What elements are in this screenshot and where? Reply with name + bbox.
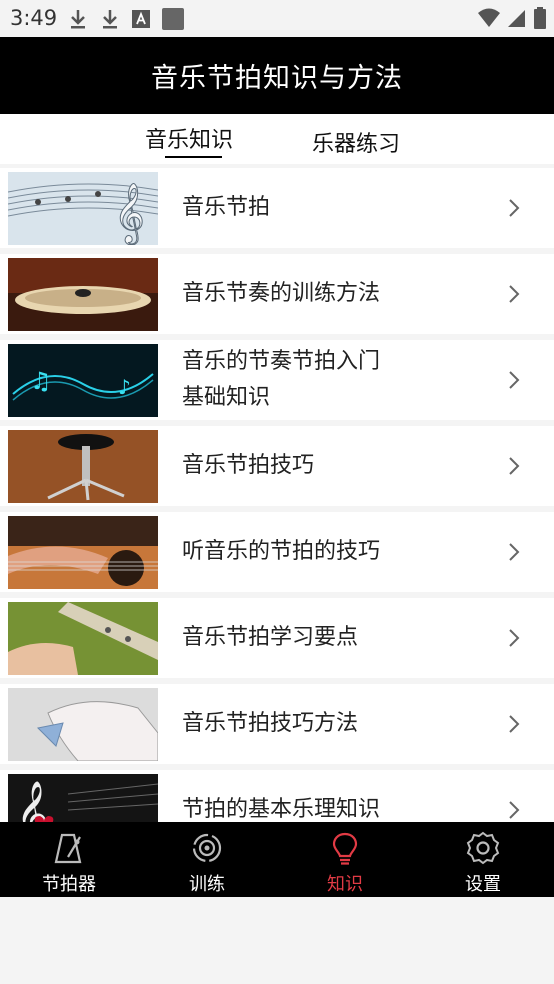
status-notification-icons — [68, 7, 184, 31]
wifi-icon — [478, 8, 500, 27]
article-list[interactable]: 𝄞 音乐节拍 音乐节奏的训练方法 ♫ ♪ 音乐的节奏节拍入门基础知识 音乐节拍技… — [0, 168, 554, 822]
nav-training[interactable]: 训练 — [138, 822, 276, 897]
nav-label: 设置 — [465, 874, 501, 895]
chevron-right-icon — [509, 371, 520, 389]
app-square-icon — [162, 8, 184, 30]
list-item[interactable]: 𝄞 节拍的基本乐理知识 — [0, 770, 554, 822]
page-title: 音乐节拍知识与方法 — [151, 63, 403, 94]
article-thumbnail — [8, 516, 158, 589]
download-icon — [103, 10, 117, 29]
chevron-right-icon — [509, 629, 520, 647]
tab-instrument-practice[interactable]: 乐器练习 — [312, 126, 400, 158]
nav-metronome[interactable]: 节拍器 — [0, 822, 138, 897]
metronome-icon — [54, 833, 82, 864]
svg-text:𝄞: 𝄞 — [114, 183, 145, 245]
article-thumbnail — [8, 602, 158, 675]
article-thumbnail: ♫ ♪ — [8, 344, 158, 417]
chevron-right-icon — [509, 715, 520, 733]
status-system-icons — [478, 7, 546, 29]
training-icon — [192, 833, 222, 863]
svg-text:♪: ♪ — [118, 375, 131, 399]
list-item-title: 音乐节拍技巧方法 — [182, 711, 359, 736]
chevron-right-icon — [509, 285, 520, 303]
list-item[interactable]: 音乐节奏的训练方法 — [0, 254, 554, 334]
chevron-right-icon — [509, 199, 520, 217]
list-item[interactable]: 𝄞 音乐节拍 — [0, 168, 554, 248]
nav-label: 训练 — [189, 874, 225, 895]
tab-music-knowledge[interactable]: 音乐知识 — [145, 122, 233, 154]
article-thumbnail: 𝄞 — [8, 774, 158, 822]
article-thumbnail — [8, 430, 158, 503]
signal-icon — [508, 10, 525, 27]
list-item[interactable]: 听音乐的节拍的技巧 — [0, 512, 554, 592]
list-item-title: 音乐的节奏节拍入门基础知识 — [182, 349, 381, 410]
list-item-title: 音乐节拍 — [182, 195, 271, 220]
download-icon — [71, 10, 85, 29]
list-item[interactable]: 音乐节拍学习要点 — [0, 598, 554, 678]
list-item-title: 音乐节拍学习要点 — [182, 625, 359, 650]
svg-text:♫: ♫ — [30, 367, 52, 395]
list-item[interactable]: ♫ ♪ 音乐的节奏节拍入门基础知识 — [0, 340, 554, 420]
chevron-right-icon — [509, 801, 520, 819]
chevron-right-icon — [509, 457, 520, 475]
status-bar: 3:49 — [0, 0, 554, 37]
article-thumbnail: 𝄞 — [8, 172, 158, 245]
battery-icon — [534, 7, 546, 29]
active-tab-indicator — [165, 156, 222, 158]
app-header: 音乐节拍知识与方法 — [0, 37, 554, 114]
chevron-right-icon — [509, 543, 520, 561]
empty-area — [0, 897, 554, 984]
list-item-title: 节拍的基本乐理知识 — [182, 797, 381, 822]
list-item-title: 音乐节拍技巧 — [182, 453, 315, 478]
nav-label: 节拍器 — [42, 874, 96, 895]
font-icon — [132, 10, 150, 28]
nav-knowledge[interactable]: 知识 — [276, 822, 414, 897]
nav-settings[interactable]: 设置 — [414, 822, 552, 897]
status-time: 3:49 — [10, 6, 58, 30]
list-item[interactable]: 音乐节拍技巧 — [0, 426, 554, 506]
list-item-title: 音乐节奏的训练方法 — [182, 281, 381, 306]
svg-text:𝄞: 𝄞 — [16, 781, 49, 822]
gear-icon — [466, 831, 500, 865]
article-thumbnail — [8, 688, 158, 761]
nav-label: 知识 — [327, 874, 363, 895]
list-item[interactable]: 音乐节拍技巧方法 — [0, 684, 554, 764]
lightbulb-icon — [332, 832, 358, 865]
tab-bar: 音乐知识 乐器练习 — [0, 114, 554, 164]
article-thumbnail — [8, 258, 158, 331]
bottom-nav: 节拍器 训练 知识 设置 — [0, 822, 554, 897]
list-item-title: 听音乐的节拍的技巧 — [182, 539, 381, 564]
